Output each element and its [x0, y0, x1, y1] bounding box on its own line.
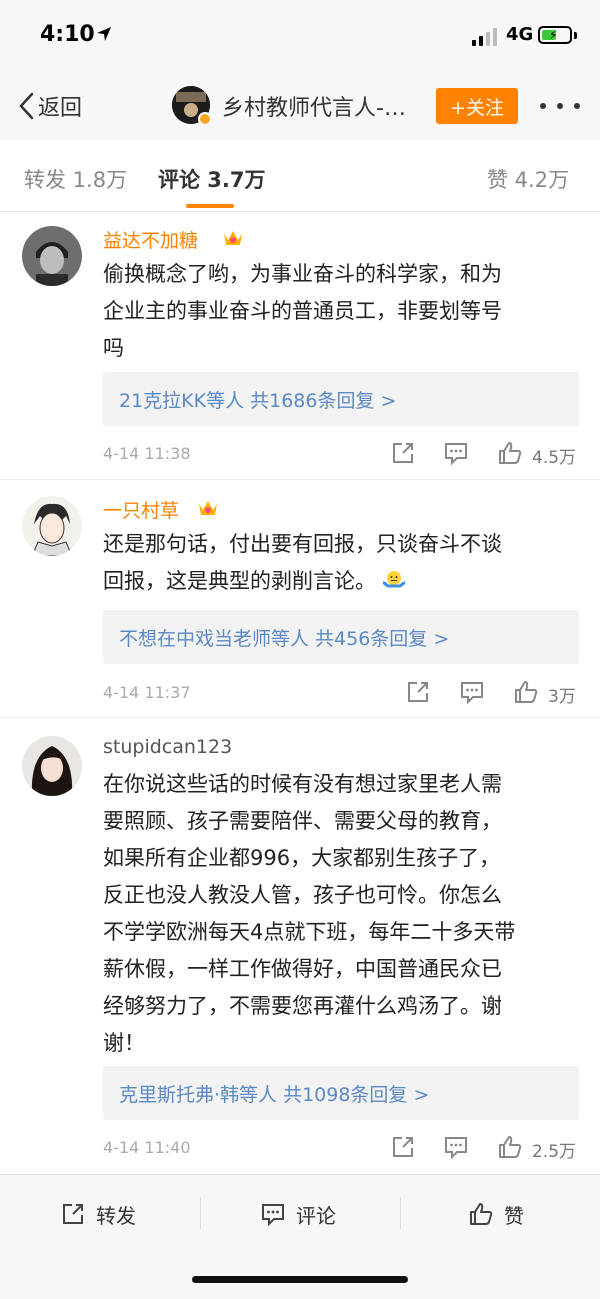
verified-badge-icon	[198, 112, 212, 126]
page-title: 乡村教师代言人-…	[222, 96, 406, 121]
comment-line: 经够努力了，不需要您再灌什么鸡汤了。谢	[103, 994, 502, 1018]
repost-icon	[63, 1204, 83, 1224]
username[interactable]: 益达不加糖	[103, 226, 198, 253]
nav-bar: 返回 乡村教师代言人-… +关注	[0, 70, 600, 140]
comment-item: stupidcan123 在你说这些话的时候有没有想过家里老人需 要照顾、孩子需…	[0, 718, 600, 1174]
like-label: 赞	[504, 1203, 524, 1228]
comment-item: 一只村草 还是那句话，付出要有回报，只谈奋斗不谈 回报，这是典型的剥削言论。 不…	[0, 480, 600, 718]
share-icon[interactable]	[390, 1134, 416, 1160]
dot-icon	[557, 103, 563, 109]
vip-crown-icon	[224, 231, 242, 245]
comment-line: 回报，这是典型的剥削言论。	[103, 569, 376, 593]
repost-label: 转发	[96, 1203, 136, 1228]
comment-line: 在你说这些话的时候有没有想过家里老人需	[103, 772, 502, 796]
comment-line-with-emoji: 回报，这是典型的剥削言论。	[103, 563, 573, 600]
follow-button[interactable]: +关注	[436, 88, 518, 124]
comment-body: 偷换概念了哟，为事业奋斗的科学家，和为 企业主的事业奋斗的普通员工，非要划等号 …	[103, 256, 573, 367]
comment-line: 反正也没人教没人管，孩子也可怜。你怎么	[103, 883, 502, 907]
reply-comment-icon[interactable]	[459, 679, 485, 705]
tab-reposts[interactable]: 转发 1.8万	[24, 164, 127, 194]
avatar[interactable]	[22, 226, 82, 286]
comment-line: 谢！	[103, 1031, 145, 1055]
network-type: 4G	[506, 24, 534, 45]
username[interactable]: stupidcan123	[103, 736, 232, 758]
avatar[interactable]	[22, 736, 82, 796]
back-label: 返回	[38, 96, 83, 121]
comment-line: 如果所有企业都996，大家都别生孩子了，	[103, 846, 501, 870]
comment-button[interactable]: 评论	[260, 1197, 336, 1231]
comment-line: 不学学欧洲每天4点就下班，每年二十多天带	[103, 920, 516, 944]
active-tab-indicator	[186, 204, 234, 208]
comment-time: 4-14 11:37	[103, 683, 191, 702]
replies-summary[interactable]: 克里斯托弗·韩等人 共1098条回复 >	[103, 1066, 579, 1120]
comment-line: 企业主的事业奋斗的普通员工，非要划等号	[103, 299, 502, 323]
comment-body: 在你说这些话的时候有没有想过家里老人需 要照顾、孩子需要陪伴、需要父母的教育， …	[103, 766, 573, 1062]
signal-icon	[472, 28, 498, 46]
like-icon[interactable]	[513, 679, 539, 705]
reply-comment-icon[interactable]	[443, 1134, 469, 1160]
like-button[interactable]: 赞	[468, 1197, 524, 1231]
vip-crown-icon	[199, 501, 217, 515]
dot-icon	[574, 103, 580, 109]
divider	[200, 1197, 201, 1229]
comment-label: 评论	[296, 1203, 336, 1228]
replies-summary[interactable]: 21克拉KK等人 共1686条回复 >	[103, 372, 579, 426]
share-icon[interactable]	[405, 679, 431, 705]
like-icon[interactable]	[497, 1134, 523, 1160]
divider	[400, 1197, 401, 1229]
back-button[interactable]: 返回	[18, 88, 82, 124]
more-options-button[interactable]	[540, 92, 580, 120]
comment-list: 益达不加糖 偷换概念了哟，为事业奋斗的科学家，和为 企业主的事业奋斗的普通员工，…	[0, 212, 600, 1174]
like-count: 2.5万	[532, 1142, 577, 1162]
comment-icon	[262, 1204, 284, 1227]
comment-line: 要照顾、孩子需要陪伴、需要父母的教育，	[103, 809, 502, 833]
replies-summary[interactable]: 不想在中戏当老师等人 共456条回复 >	[103, 610, 579, 664]
comment-line: 还是那句话，付出要有回报，只谈奋斗不谈	[103, 532, 502, 556]
tab-likes[interactable]: 赞 4.2万	[487, 164, 569, 194]
comment-body: 还是那句话，付出要有回报，只谈奋斗不谈 回报，这是典型的剥削言论。	[103, 526, 573, 600]
status-time: 4:10	[40, 22, 95, 47]
username[interactable]: 一只村草	[103, 496, 179, 523]
comment-time: 4-14 11:40	[103, 1138, 191, 1157]
charging-bolt-icon: ⚡	[549, 28, 558, 42]
chevron-left-icon	[19, 92, 34, 120]
tab-bar: 转发 1.8万 评论 3.7万 赞 4.2万	[0, 140, 600, 212]
like-icon	[470, 1203, 493, 1225]
tab-comments[interactable]: 评论 3.7万	[158, 164, 266, 194]
reply-comment-icon[interactable]	[443, 440, 469, 466]
like-count: 3万	[548, 687, 576, 707]
like-count: 4.5万	[532, 448, 577, 468]
share-icon[interactable]	[390, 440, 416, 466]
comment-time: 4-14 11:38	[103, 444, 191, 463]
comment-line: 偷换概念了哟，为事业奋斗的科学家，和为	[103, 262, 502, 286]
home-indicator[interactable]	[192, 1276, 408, 1283]
status-bar: 4:10 4G ⚡	[0, 0, 600, 70]
shrug-emoji-icon	[382, 571, 405, 588]
dot-icon	[540, 103, 546, 109]
comment-line: 薪休假，一样工作做得好，中国普通民众已	[103, 957, 502, 981]
comment-item: 益达不加糖 偷换概念了哟，为事业奋斗的科学家，和为 企业主的事业奋斗的普通员工，…	[0, 212, 600, 480]
like-icon[interactable]	[497, 440, 523, 466]
repost-button[interactable]: 转发	[60, 1197, 136, 1231]
location-arrow-icon	[97, 27, 111, 41]
avatar[interactable]	[22, 496, 82, 556]
comment-line: 吗	[103, 336, 124, 360]
